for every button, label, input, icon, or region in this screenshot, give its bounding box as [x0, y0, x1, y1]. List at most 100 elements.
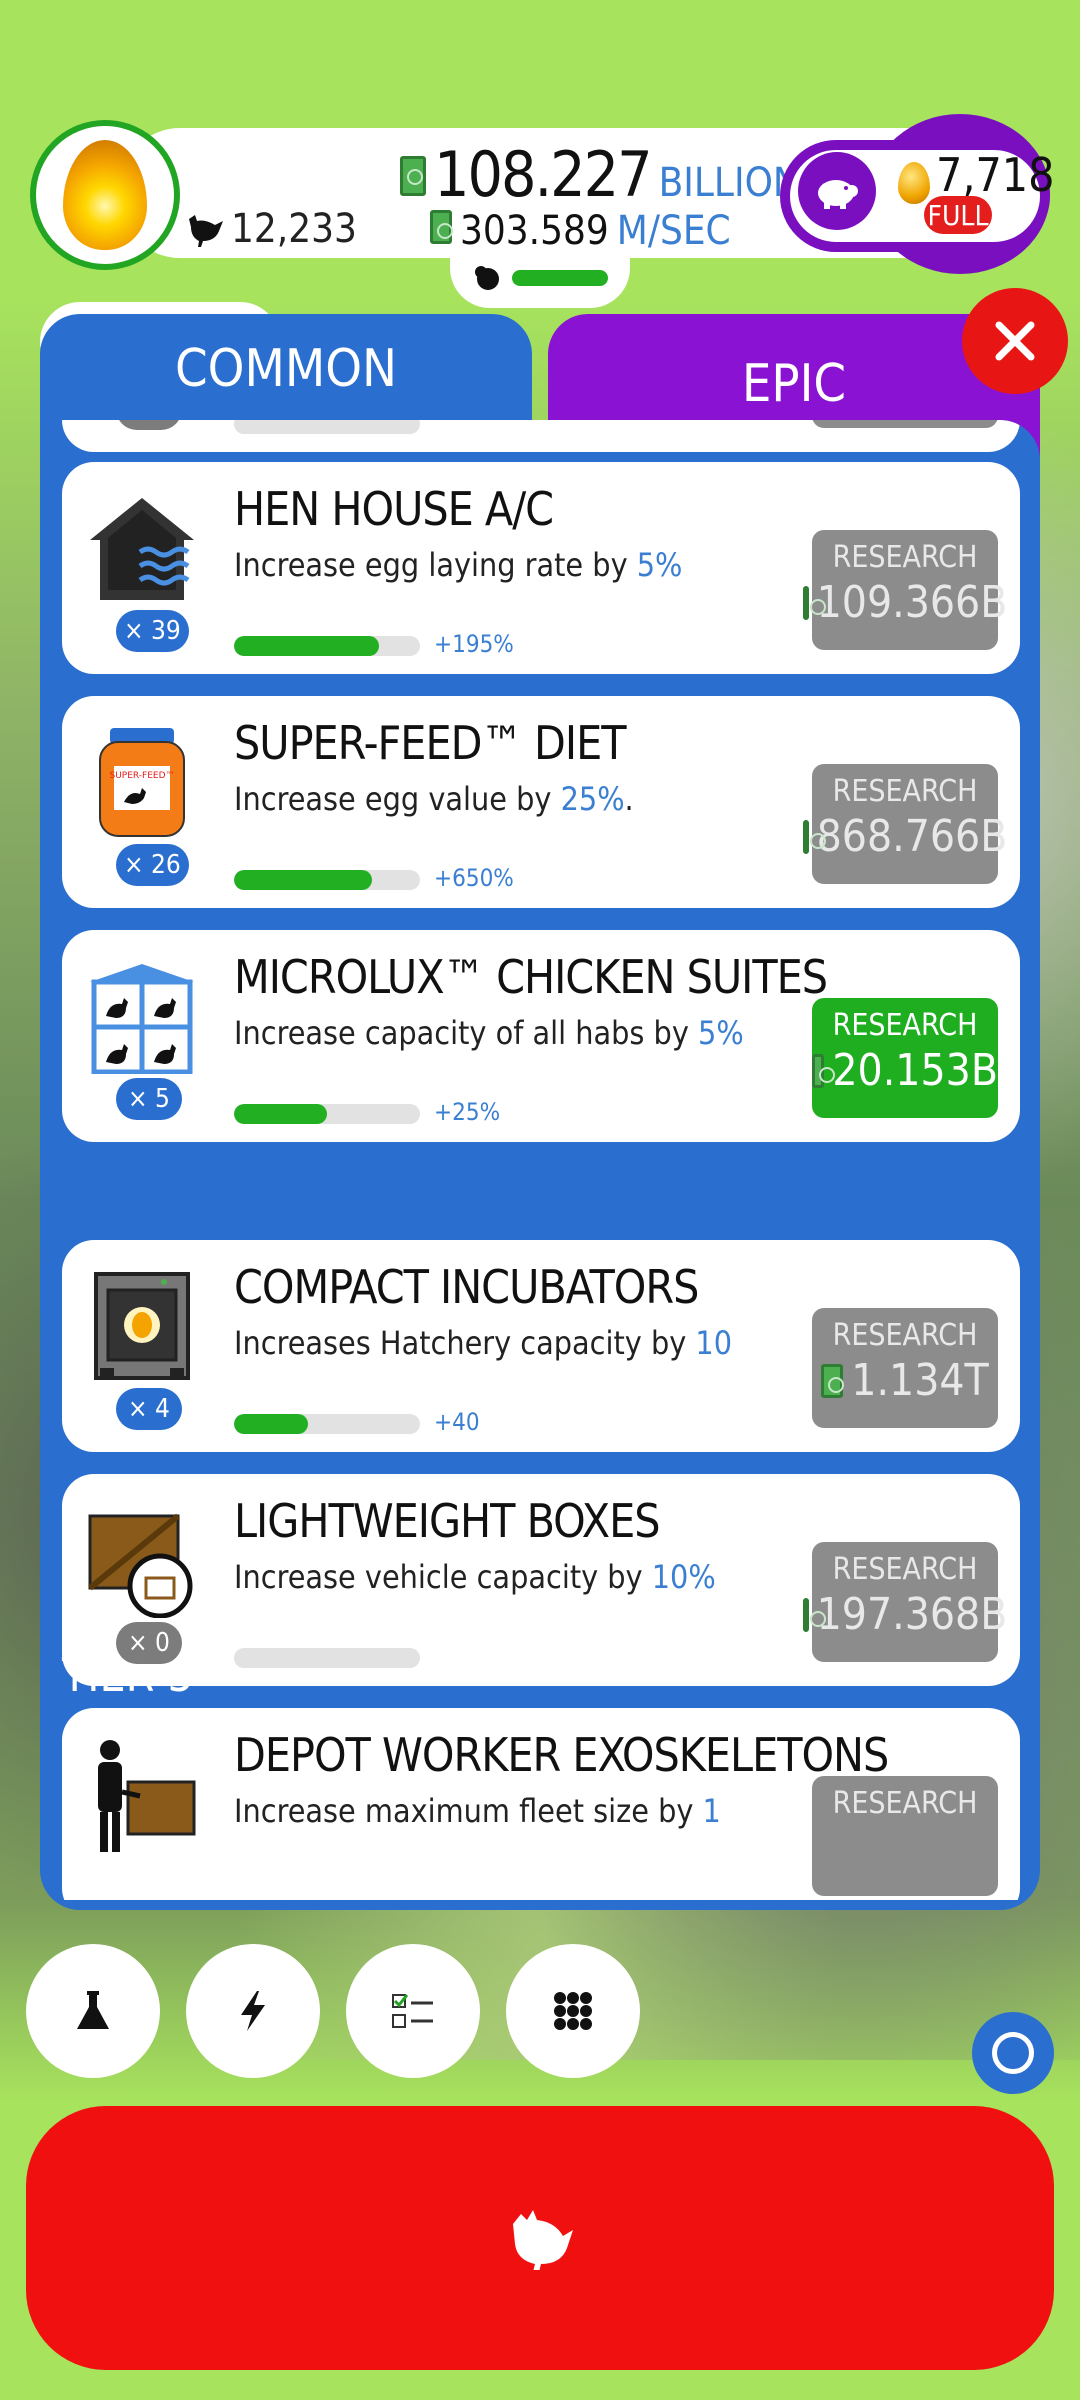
- research-button-label: RESEARCH: [832, 540, 978, 575]
- research-button[interactable]: [812, 420, 998, 428]
- research-progress-bar: [234, 870, 420, 890]
- desc-text: Increase capacity of all habs by: [234, 1014, 698, 1052]
- chicken-suites-icon: [90, 964, 194, 1074]
- research-cost: 197.368B: [816, 1589, 1008, 1640]
- main-menu-button[interactable]: [506, 1944, 640, 2078]
- research-cost: 868.766B: [816, 811, 1008, 862]
- camera-toggle-button[interactable]: [972, 2012, 1054, 2094]
- research-cost: 20.153B: [832, 1045, 998, 1096]
- research-menu-button[interactable]: [26, 1944, 160, 2078]
- research-button[interactable]: RESEARCH 1.134T: [812, 1308, 998, 1428]
- research-button-label: RESEARCH: [832, 1552, 978, 1587]
- chicken-icon: [189, 215, 223, 247]
- desc-text: Increase maximum fleet size by: [234, 1792, 703, 1830]
- research-button-label: RESEARCH: [832, 1008, 978, 1043]
- research-card: × 39 HEN HOUSE A/C Increase egg laying r…: [62, 462, 1020, 674]
- research-progress-bar: [234, 1414, 420, 1434]
- research-cost: 109.366B: [816, 577, 1008, 628]
- research-description: Increase vehicle capacity by 10%: [234, 1558, 716, 1596]
- progress-fill: [234, 1104, 327, 1124]
- research-description: Increase maximum fleet size by 1: [234, 1792, 721, 1830]
- close-button[interactable]: [962, 288, 1068, 394]
- desc-value: 25%: [560, 780, 625, 818]
- research-button-label: RESEARCH: [832, 1786, 978, 1821]
- research-cost: 1.134T: [851, 1355, 989, 1406]
- research-progress-bar: [234, 420, 420, 434]
- research-panel: EPIC COMMON × 0 × 39 HEN HOUSE A/C: [40, 302, 1040, 1910]
- research-bonus: +25%: [434, 1098, 501, 1126]
- money-amount: 108.227: [434, 138, 653, 211]
- research-count-badge: × 4: [116, 1388, 182, 1430]
- research-title: DEPOT WORKER EXOSKELETONS: [234, 1728, 889, 1782]
- cash-icon: [430, 210, 453, 244]
- progress-fill: [234, 1414, 309, 1434]
- desc-text: Increase egg value by: [234, 780, 561, 818]
- desc-value: 10%: [651, 1558, 716, 1596]
- golden-egg-icon: [898, 162, 930, 204]
- piggy-full-badge: FULL: [924, 196, 992, 234]
- research-list-container: × 0 × 39 HEN HOUSE A/C Increase egg layi…: [40, 420, 1040, 1910]
- cash-icon: [400, 156, 426, 196]
- research-count-badge: × 0: [116, 420, 182, 430]
- research-title: HEN HOUSE A/C: [234, 482, 554, 536]
- cash-icon: [802, 585, 826, 620]
- golden-egg-icon: [63, 140, 147, 250]
- hatch-chicken-button[interactable]: [26, 2106, 1054, 2370]
- hatchery-indicator: [450, 248, 630, 308]
- research-count-badge: × 39: [116, 610, 189, 652]
- research-progress-bar: [234, 636, 420, 656]
- chicken-count-value: 12,233: [231, 206, 357, 252]
- piggy-bank[interactable]: 7,718 FULL: [750, 114, 1054, 274]
- desc-value: 5%: [636, 546, 683, 584]
- lightning-icon: [241, 1991, 265, 2031]
- grid-icon: [554, 1992, 592, 2030]
- research-list[interactable]: × 0 × 39 HEN HOUSE A/C Increase egg layi…: [40, 420, 1040, 1900]
- cash-icon: [802, 1597, 826, 1632]
- research-count-badge: × 26: [116, 844, 189, 886]
- research-description: Increase capacity of all habs by 5%: [234, 1014, 744, 1052]
- research-bonus: +195%: [434, 630, 514, 658]
- progress-fill: [234, 870, 372, 890]
- cash-icon: [821, 1363, 845, 1398]
- research-button[interactable]: RESEARCH 197.368B: [802, 1542, 1007, 1662]
- feed-jar-icon: SUPER-FEED™: [99, 728, 185, 837]
- hatchery-bar: [512, 270, 608, 286]
- cash-icon: [802, 819, 826, 854]
- research-button[interactable]: RESEARCH 109.366B: [802, 530, 1007, 650]
- current-egg-button[interactable]: [30, 120, 180, 270]
- close-icon: [995, 321, 1035, 361]
- desc-value: 5%: [698, 1014, 744, 1052]
- research-title: SUPER-FEED™ DIET: [234, 716, 626, 770]
- incubator-icon: [94, 1272, 190, 1380]
- chicken-icon: [513, 2210, 573, 2270]
- tab-epic-label: EPIC: [741, 354, 847, 414]
- svg-text:SUPER-FEED™: SUPER-FEED™: [109, 771, 174, 781]
- research-button[interactable]: RESEARCH: [812, 1776, 998, 1896]
- research-title: MICROLUX™ CHICKEN SUITES: [234, 950, 828, 1004]
- research-button-label: RESEARCH: [832, 774, 978, 809]
- research-button-label: RESEARCH: [832, 1318, 978, 1353]
- crate-icon: [88, 1513, 193, 1618]
- desc-value: 10: [695, 1324, 733, 1362]
- research-title: COMPACT INCUBATORS: [234, 1260, 699, 1314]
- research-button[interactable]: RESEARCH 20.153B: [812, 998, 998, 1118]
- hen-house-ac-icon: [90, 498, 194, 600]
- missions-button[interactable]: [346, 1944, 480, 2078]
- cash-icon: [812, 1053, 836, 1088]
- boosts-button[interactable]: [186, 1944, 320, 2078]
- tab-common-label: COMMON: [174, 339, 398, 399]
- chick-icon: [475, 266, 499, 290]
- research-card: SUPER-FEED™ × 26 SUPER-FEED™ DIET Increa…: [62, 696, 1020, 908]
- flask-icon: [77, 1991, 109, 2029]
- research-button[interactable]: RESEARCH 868.766B: [802, 764, 1007, 884]
- rate-unit: M/SEC: [616, 208, 731, 254]
- research-title: LIGHTWEIGHT BOXES: [234, 1494, 661, 1548]
- research-card: DEPOT WORKER EXOSKELETONS Increase maxim…: [62, 1708, 1020, 1900]
- research-description: Increase egg value by 25%.: [234, 780, 634, 818]
- research-description: Increase egg laying rate by 5%: [234, 546, 682, 584]
- desc-value: 1: [702, 1792, 721, 1830]
- piggy-bank-icon: [798, 152, 876, 230]
- golden-egg-count: 7,718: [936, 148, 1055, 202]
- top-hud: 12,233 108.227 BILLION 303.589 M/SEC 7,7…: [30, 114, 1054, 308]
- research-card: × 4 COMPACT INCUBATORS Increases Hatcher…: [62, 1240, 1020, 1452]
